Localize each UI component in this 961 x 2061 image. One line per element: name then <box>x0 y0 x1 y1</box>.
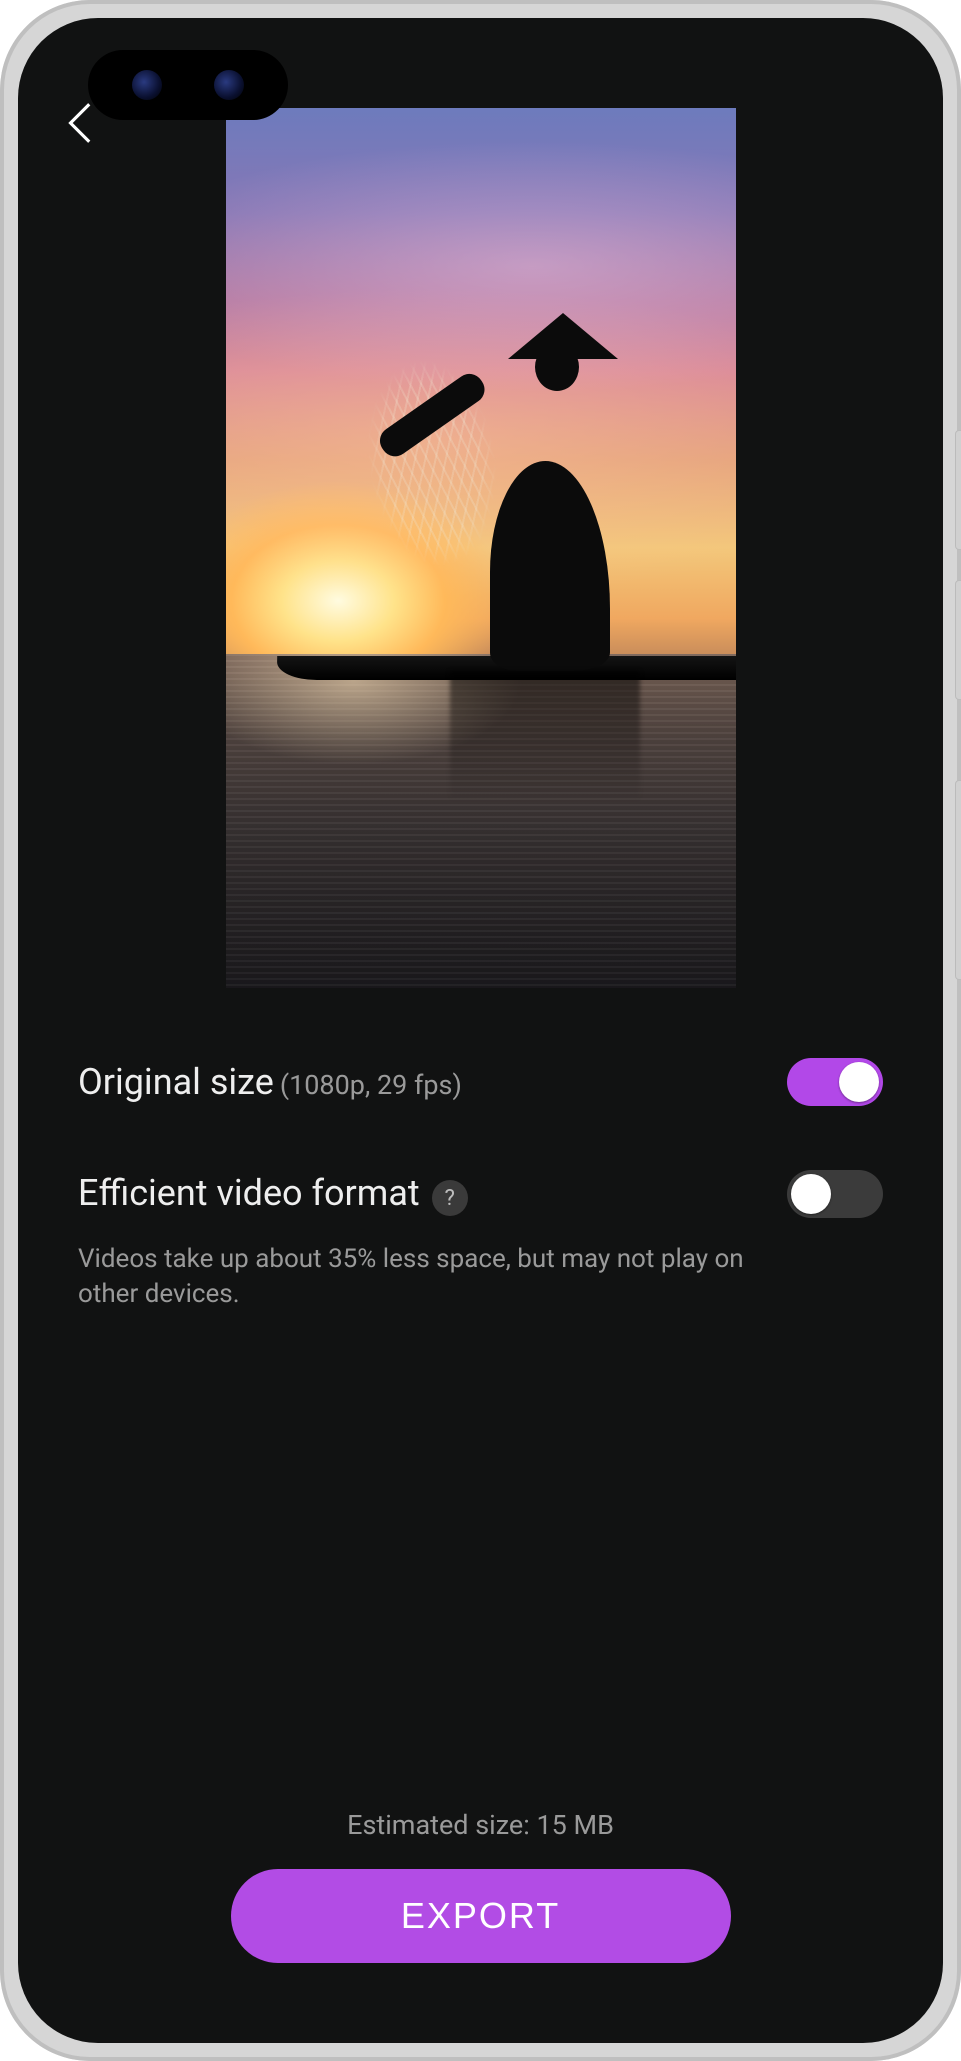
camera-lens-icon <box>132 70 162 100</box>
efficient-format-label: Efficient video format <box>78 1172 420 1214</box>
thumbnail-fisher-silhouette <box>450 351 640 671</box>
screen: Original size (1080p, 29 fps) Efficient … <box>18 18 943 2043</box>
estimated-size-label: Estimated size: 15 MB <box>347 1809 614 1841</box>
original-size-label: Original size <box>78 1061 274 1103</box>
original-size-row: Original size (1080p, 29 fps) <box>78 1058 883 1106</box>
volume-up-button[interactable] <box>955 430 961 550</box>
video-thumbnail[interactable] <box>226 108 736 988</box>
export-button[interactable]: EXPORT <box>231 1869 731 1963</box>
footer: Estimated size: 15 MB EXPORT <box>18 1809 943 2043</box>
efficient-format-row: Efficient video format ? <box>78 1170 883 1218</box>
original-size-toggle[interactable] <box>787 1058 883 1106</box>
phone-frame: Original size (1080p, 29 fps) Efficient … <box>0 0 961 2061</box>
toggle-knob-icon <box>839 1062 879 1102</box>
power-button[interactable] <box>955 780 961 980</box>
efficient-format-description: Videos take up about 35% less space, but… <box>18 1218 848 1312</box>
export-settings: Original size (1080p, 29 fps) Efficient … <box>18 988 943 1218</box>
help-icon[interactable]: ? <box>432 1180 468 1216</box>
toggle-knob-icon <box>791 1174 831 1214</box>
camera-lens-icon <box>214 70 244 100</box>
original-size-detail: (1080p, 29 fps) <box>280 1069 462 1101</box>
front-camera-cutout <box>88 50 288 120</box>
video-preview <box>18 108 943 988</box>
volume-down-button[interactable] <box>955 580 961 700</box>
efficient-format-toggle[interactable] <box>787 1170 883 1218</box>
back-arrow-icon[interactable] <box>58 133 108 152</box>
